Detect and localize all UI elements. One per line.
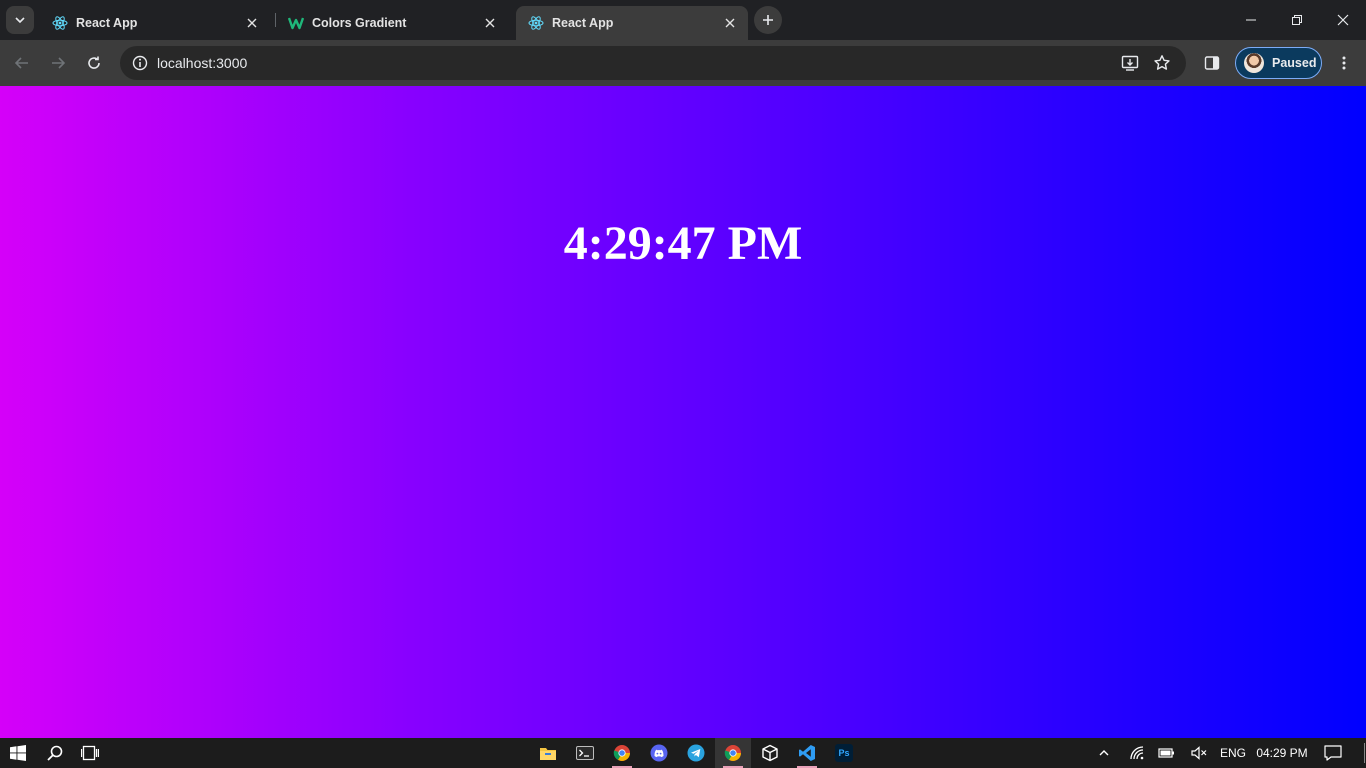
tab-title: React App [552, 16, 614, 30]
language-indicator[interactable]: ENG [1216, 738, 1250, 768]
discord-button[interactable] [641, 738, 677, 768]
react-icon [528, 15, 544, 31]
chrome-active-button[interactable] [715, 738, 751, 768]
tab-react-app-active[interactable]: React App [516, 6, 748, 40]
restore-icon [1292, 15, 1302, 25]
volume-muted-icon [1191, 746, 1207, 760]
close-icon [247, 18, 257, 28]
taskbar-clock[interactable]: 04:29 PM [1254, 738, 1310, 768]
digital-clock: 4:29:47 PM [563, 217, 803, 270]
windows-taskbar: Ps ENG 04:29 PM [0, 738, 1366, 768]
chrome-icon [724, 745, 741, 761]
notifications-button[interactable] [1318, 738, 1348, 768]
minimize-button[interactable] [1228, 0, 1274, 40]
close-icon [1337, 14, 1349, 26]
url-text[interactable]: localhost:3000 [157, 55, 247, 71]
side-panel-icon [1204, 56, 1220, 70]
site-info-icon[interactable] [128, 51, 152, 75]
close-icon [485, 18, 495, 28]
file-explorer-icon [540, 748, 556, 760]
w-logo-icon [288, 15, 304, 31]
tab-search-button[interactable] [6, 6, 34, 34]
tab-close-button[interactable] [480, 13, 500, 33]
react-icon [52, 15, 68, 31]
arrow-left-icon [14, 57, 28, 69]
new-tab-button[interactable] [754, 6, 782, 34]
start-button[interactable] [0, 738, 36, 768]
telegram-icon [687, 744, 705, 762]
minimize-icon [1246, 19, 1256, 21]
telegram-button[interactable] [678, 738, 714, 768]
back-button[interactable] [6, 47, 38, 79]
close-icon [725, 18, 735, 28]
more-vert-icon [1342, 56, 1346, 70]
notification-icon [1324, 745, 1342, 761]
tab-react-app-1[interactable]: React App [40, 6, 270, 40]
install-app-icon[interactable] [1118, 51, 1142, 75]
discord-icon [650, 744, 668, 762]
file-explorer-button[interactable] [530, 738, 566, 768]
task-view-icon [81, 745, 99, 761]
forward-button[interactable] [42, 47, 74, 79]
show-desktop-divider [1363, 743, 1365, 763]
photoshop-button[interactable]: Ps [826, 738, 862, 768]
battery-icon [1158, 748, 1174, 758]
page-viewport: 4:29:47 PM [0, 86, 1366, 738]
tab-title: React App [76, 16, 138, 30]
close-window-button[interactable] [1320, 0, 1366, 40]
show-hidden-icons-button[interactable] [1090, 738, 1118, 768]
arrow-right-icon [52, 57, 66, 69]
task-view-button[interactable] [72, 738, 108, 768]
chevron-up-icon [1099, 750, 1109, 756]
windows-logo-icon [10, 745, 26, 761]
virtualbox-button[interactable] [752, 738, 788, 768]
virtualbox-icon [762, 744, 778, 762]
battery-button[interactable] [1154, 738, 1180, 768]
restore-button[interactable] [1274, 0, 1320, 40]
wifi-icon [1130, 746, 1144, 760]
photoshop-icon: Ps [835, 744, 853, 762]
reload-icon [88, 56, 100, 69]
vscode-button[interactable] [789, 738, 825, 768]
show-desktop-button[interactable] [1362, 738, 1366, 768]
network-button[interactable] [1124, 738, 1150, 768]
chrome-button[interactable] [604, 738, 640, 768]
volume-button[interactable] [1186, 738, 1212, 768]
photoshop-label: Ps [838, 748, 850, 758]
bookmark-star-icon[interactable] [1150, 51, 1174, 75]
chrome-icon [613, 745, 630, 761]
tab-colors-gradient[interactable]: Colors Gradient [276, 6, 508, 40]
chevron-down-icon [15, 17, 25, 24]
profile-button[interactable]: Paused [1235, 47, 1322, 79]
browser-menu-button[interactable] [1328, 47, 1360, 79]
search-button[interactable] [38, 738, 72, 768]
profile-status-label: Paused [1272, 56, 1317, 70]
tab-strip: React App Colors Gradient React App [0, 0, 1366, 40]
tab-title: Colors Gradient [312, 16, 407, 30]
vscode-icon [799, 745, 815, 761]
terminal-icon [576, 746, 594, 760]
browser-toolbar: localhost:3000 Paused [0, 40, 1366, 86]
terminal-button[interactable] [567, 738, 603, 768]
plus-icon [763, 15, 773, 25]
search-icon [47, 745, 63, 761]
tab-close-button[interactable] [242, 13, 262, 33]
side-panel-button[interactable] [1196, 47, 1228, 79]
address-bar[interactable]: localhost:3000 [120, 46, 1186, 80]
avatar [1244, 53, 1264, 73]
tab-close-button[interactable] [720, 13, 740, 33]
reload-button[interactable] [78, 47, 110, 79]
